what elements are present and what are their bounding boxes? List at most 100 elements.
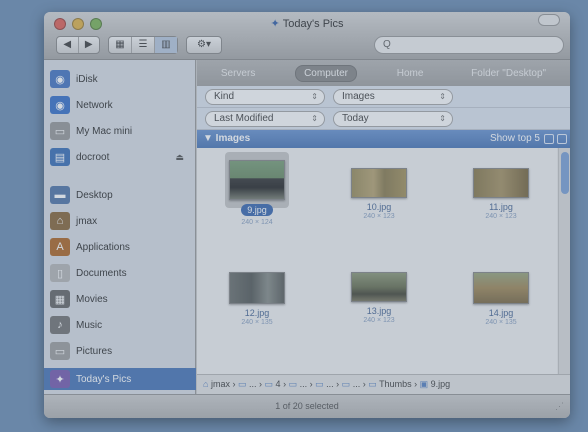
forward-button[interactable]: ▶ xyxy=(79,37,100,53)
scope-home[interactable]: Home xyxy=(389,66,432,81)
sidebar-item-documents[interactable]: ▯ Documents xyxy=(50,262,194,284)
status-bar: 1 of 20 selected ⋰ xyxy=(44,394,570,418)
chevron-updown-icon: ⇕ xyxy=(311,92,318,101)
results-section-header[interactable]: ▼ Images Show top 5 xyxy=(197,130,570,148)
sidebar-item-music[interactable]: ♪ Music xyxy=(50,314,194,336)
sidebar-item-label: Applications xyxy=(76,241,130,253)
sidebar-item-label: Today's Pics xyxy=(76,373,132,385)
scope-servers[interactable]: Servers xyxy=(213,66,263,81)
image-thumbnail xyxy=(351,168,407,198)
scope-computer[interactable]: Computer xyxy=(295,64,357,82)
column-view-button[interactable]: ▥ xyxy=(155,37,177,53)
eject-icon[interactable]: ⏏ xyxy=(175,152,184,163)
path-segment[interactable]: 4 xyxy=(276,379,281,389)
scrollbar-thumb[interactable] xyxy=(561,152,569,194)
chevron-updown-icon: ⇕ xyxy=(311,114,318,123)
image-file-icon: ▣ xyxy=(419,379,429,389)
title-bar[interactable]: ✦ Today's Pics ◀ ▶ ▦ ☰ ▥ ⚙▾ Q xyxy=(44,12,570,60)
icon-view-toggle-icon[interactable] xyxy=(544,134,554,144)
file-name: 9.jpg xyxy=(241,204,273,216)
path-segment[interactable]: ... xyxy=(300,379,308,389)
path-segment[interactable]: ... xyxy=(326,379,334,389)
sidebar-item-network[interactable]: ◉ Network xyxy=(50,94,194,116)
search-field[interactable]: Q xyxy=(374,36,564,54)
criteria-field-select[interactable]: Last Modified ⇕ xyxy=(205,111,325,127)
desktop-icon: ▬ xyxy=(50,186,70,204)
action-button[interactable]: ⚙▾ xyxy=(187,37,221,53)
image-thumbnail xyxy=(229,160,285,200)
smart-folder-icon: ✦ xyxy=(270,18,280,30)
file-item-10[interactable]: 10.jpg 240 × 123 xyxy=(329,168,429,220)
file-name: 12.jpg xyxy=(244,308,270,318)
back-button[interactable]: ◀ xyxy=(57,37,79,53)
file-item-14[interactable]: 14.jpg 240 × 135 xyxy=(451,272,551,326)
image-thumbnail xyxy=(229,272,285,304)
server-icon: ▤ xyxy=(50,148,70,166)
sidebar-item-applications[interactable]: A Applications xyxy=(50,236,194,258)
file-item-13[interactable]: 13.jpg 240 × 123 xyxy=(329,272,429,324)
sidebar-item-docroot[interactable]: ▤ docroot ⏏ xyxy=(50,146,194,168)
path-bar: ⌂ jmax › ▭ ... › ▭ 4 › ▭ ... › ▭ ... › ▭… xyxy=(197,374,570,394)
view-buttons: ▦ ☰ ▥ xyxy=(108,36,178,54)
criteria-field-select[interactable]: Kind ⇕ xyxy=(205,89,325,105)
file-dimensions: 240 × 124 xyxy=(241,219,273,226)
folder-icon: ▭ xyxy=(264,379,274,389)
file-name: 13.jpg xyxy=(366,306,392,316)
content-area: Servers Computer Home Folder "Desktop" K… xyxy=(197,60,570,394)
path-segment[interactable]: ... xyxy=(353,379,361,389)
path-segment[interactable]: Thumbs xyxy=(379,379,412,389)
sidebar-item-idisk[interactable]: ◉ iDisk xyxy=(50,68,194,90)
file-name: 11.jpg xyxy=(489,202,513,212)
criteria-row: Kind ⇕ Images ⇕ xyxy=(197,86,570,108)
folder-icon: ▭ xyxy=(288,379,298,389)
icon-view-button[interactable]: ▦ xyxy=(109,37,132,53)
sidebar-item-jmax[interactable]: ⌂ jmax xyxy=(50,210,194,232)
action-menu: ⚙▾ xyxy=(186,36,222,54)
sidebar-item-pictures[interactable]: ▭ Pictures xyxy=(50,340,194,362)
criteria-row: Last Modified ⇕ Today ⇕ xyxy=(197,108,570,130)
toolbar-toggle-button[interactable] xyxy=(538,14,560,26)
sidebar-item-label: jmax xyxy=(76,215,98,227)
sidebar-item-label: Movies xyxy=(76,293,108,305)
sidebar-item-my-mac-mini[interactable]: ▭ My Mac mini xyxy=(50,120,194,142)
chevron-updown-icon: ⇕ xyxy=(439,92,446,101)
file-dimensions: 240 × 123 xyxy=(363,317,395,324)
folder-icon: ▭ xyxy=(341,379,351,389)
list-view-button[interactable]: ☰ xyxy=(132,37,155,53)
window-title: ✦ Today's Pics xyxy=(270,18,344,30)
list-view-toggle-icon[interactable] xyxy=(557,134,567,144)
finder-window: ✦ Today's Pics ◀ ▶ ▦ ☰ ▥ ⚙▾ Q ◉ iDisk ◉ N… xyxy=(44,12,570,418)
resize-handle-icon[interactable]: ⋰ xyxy=(555,395,564,417)
home-icon: ⌂ xyxy=(203,379,209,389)
scope-folder[interactable]: Folder "Desktop" xyxy=(463,66,554,81)
sidebar-item-label: docroot xyxy=(76,151,110,163)
search-icon: Q xyxy=(383,39,391,50)
path-segment[interactable]: 9.jpg xyxy=(431,379,451,389)
sidebar: ◉ iDisk ◉ Network ▭ My Mac mini ▤ docroo… xyxy=(44,60,196,394)
vertical-scrollbar[interactable] xyxy=(558,148,570,374)
sidebar-item-label: Network xyxy=(76,99,113,111)
show-top-control[interactable]: Show top 5 xyxy=(490,130,540,148)
file-item-12[interactable]: 12.jpg 240 × 135 xyxy=(207,272,307,326)
sidebar-item-todays-pics[interactable]: ✦ Today's Pics xyxy=(44,368,196,390)
home-icon: ⌂ xyxy=(50,212,70,230)
search-scope-bar: Servers Computer Home Folder "Desktop" xyxy=(197,60,570,86)
folder-icon: ▭ xyxy=(368,379,377,389)
pictures-icon: ▭ xyxy=(50,342,70,360)
criteria-value-select[interactable]: Today ⇕ xyxy=(333,111,453,127)
image-thumbnail xyxy=(473,272,529,304)
sidebar-item-desktop[interactable]: ▬ Desktop xyxy=(50,184,194,206)
image-thumbnail xyxy=(473,168,529,198)
file-item-11[interactable]: 11.jpg 240 × 123 xyxy=(451,168,551,220)
path-segment[interactable]: ... xyxy=(249,379,257,389)
criteria-value-select[interactable]: Images ⇕ xyxy=(333,89,453,105)
chevron-updown-icon: ⇕ xyxy=(439,114,446,123)
applications-icon: A xyxy=(50,238,70,256)
file-dimensions: 240 × 135 xyxy=(241,319,273,326)
sidebar-item-movies[interactable]: ▦ Movies xyxy=(50,288,194,310)
path-segment[interactable]: jmax xyxy=(211,379,230,389)
file-item-9[interactable]: 9.jpg 240 × 124 xyxy=(207,160,307,226)
music-icon: ♪ xyxy=(50,316,70,334)
results-grid: 9.jpg 240 × 124 10.jpg 240 × 123 11.jpg … xyxy=(197,148,557,374)
file-dimensions: 240 × 123 xyxy=(485,213,517,220)
